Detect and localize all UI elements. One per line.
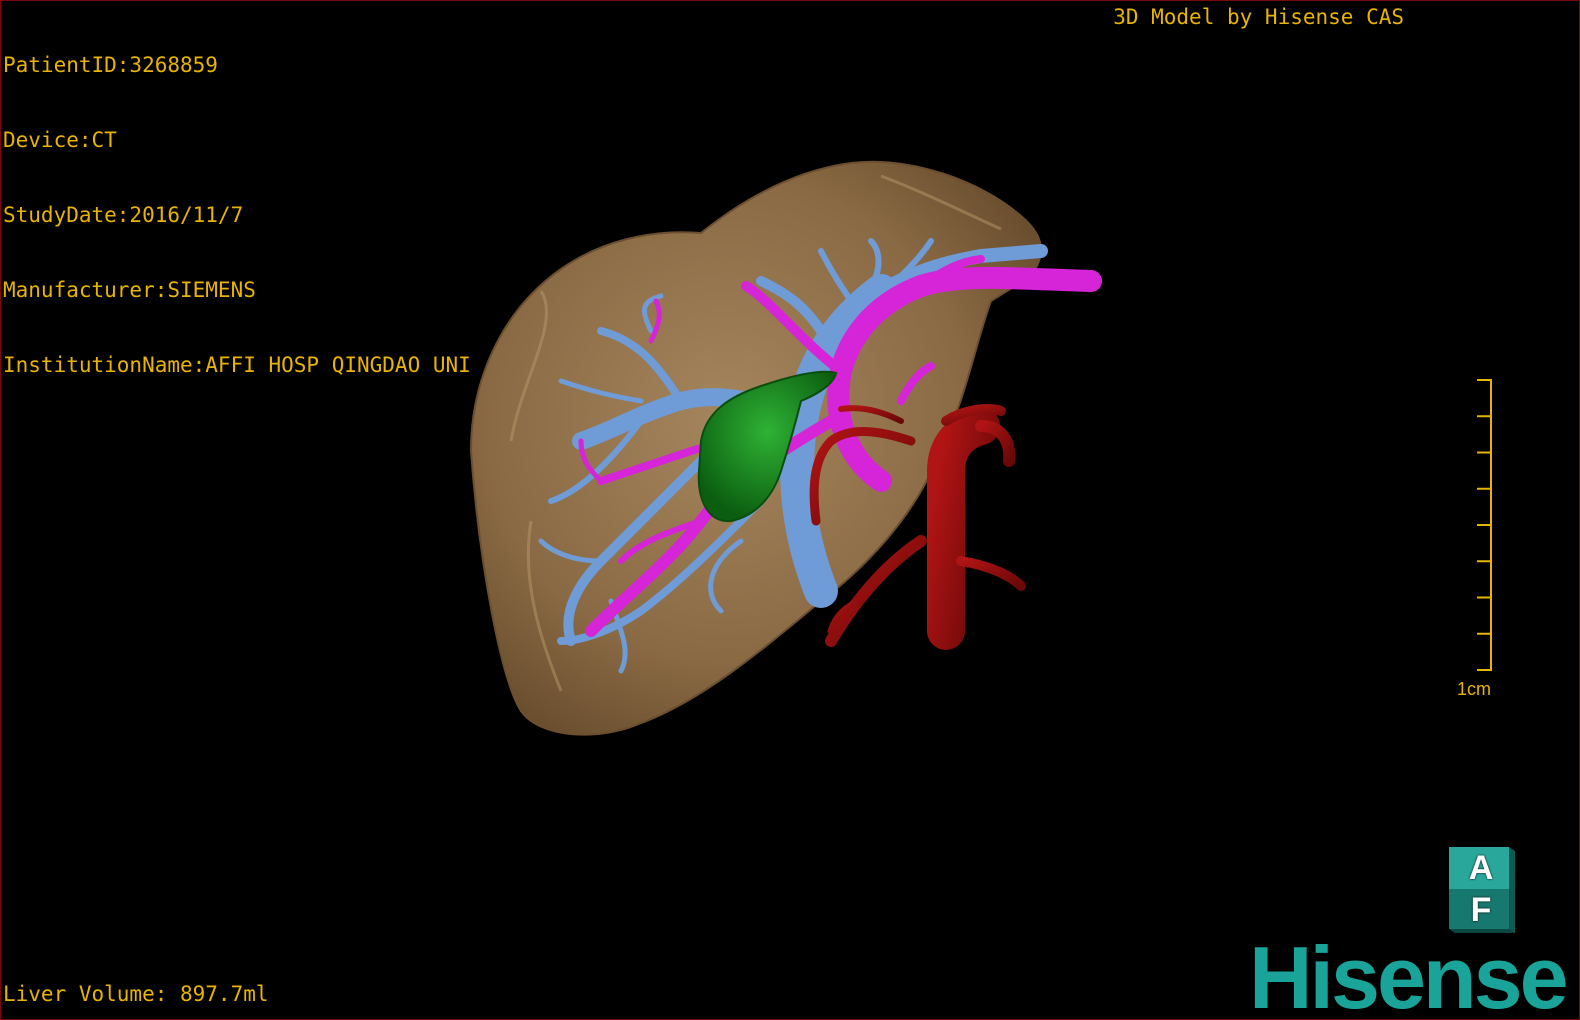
manufacturer: Manufacturer:SIEMENS xyxy=(3,278,256,302)
orientation-front-label: F xyxy=(1470,891,1492,929)
institution-name: InstitutionName:AFFI HOSP QINGDAO UNI xyxy=(3,353,471,377)
orientation-anterior-label: A xyxy=(1468,849,1494,887)
study-info: PatientID:3268859 Device:CT StudyDate:20… xyxy=(3,3,471,428)
3d-viewport[interactable]: PatientID:3268859 Device:CT StudyDate:20… xyxy=(0,0,1580,1020)
device: Device:CT xyxy=(3,128,117,152)
study-date: StudyDate:2016/11/7 xyxy=(3,203,244,227)
scale-bar xyxy=(1477,379,1492,671)
model-credit: 3D Model by Hisense CAS xyxy=(1113,5,1404,29)
liver-volume: Liver Volume: 897.7ml xyxy=(3,982,269,1006)
scale-label: 1cm xyxy=(1457,679,1492,699)
patient-id: PatientID:3268859 xyxy=(3,53,218,77)
hisense-logo: Hisense xyxy=(1249,928,1569,1020)
